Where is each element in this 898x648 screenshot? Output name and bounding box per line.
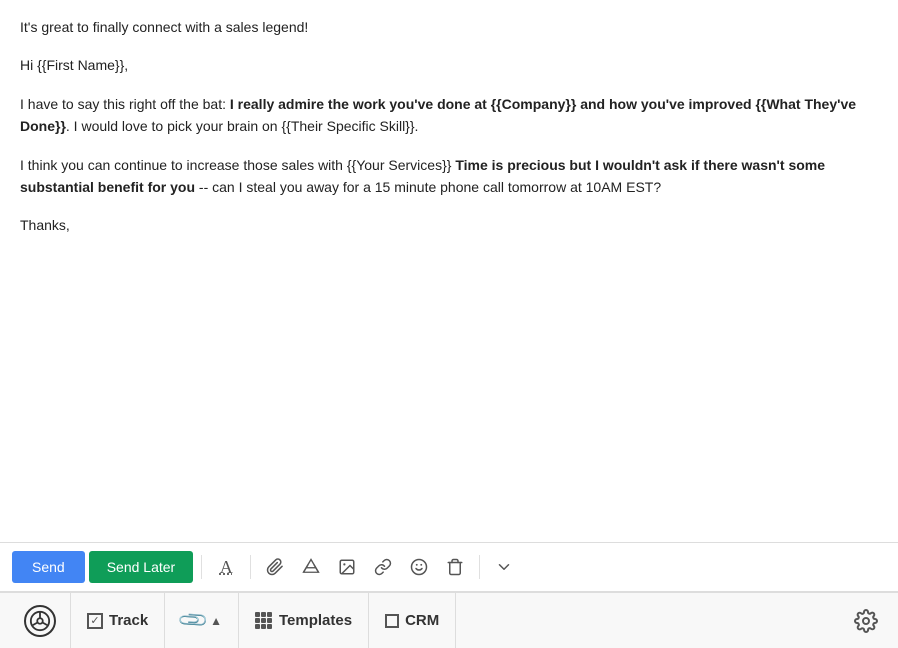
email-opening-line: It's great to finally connect with a sal… [20,16,878,38]
email-paragraph-1: I have to say this right off the bat: I … [20,93,878,138]
insert-link-button[interactable] [367,551,399,583]
email-body: It's great to finally connect with a sal… [0,0,898,543]
emoji-icon [410,558,428,576]
paragraph2-post: -- can I steal you away for a 15 minute … [195,179,661,195]
yesware-logo-button[interactable] [10,593,71,648]
paragraph2-pre: I think you can continue to increase tho… [20,157,455,173]
send-later-button[interactable]: Send Later [89,551,194,583]
format-a-icon: A [220,557,233,578]
templates-button[interactable]: Templates [239,593,369,648]
track-checkbox-icon: ✓ [87,613,103,629]
drive-icon [302,558,320,576]
settings-button[interactable] [844,609,888,633]
toolbar-divider-2 [250,555,251,579]
paperclip-icon [266,558,284,576]
templates-grid-icon [255,612,273,630]
link-icon [374,558,392,576]
paragraph1-post: . I would love to pick your brain on {{T… [66,118,419,134]
attach-file-button[interactable] [259,551,291,583]
trash-icon [446,558,464,576]
toolbar-divider-3 [479,555,480,579]
crm-checkbox-icon [385,614,399,628]
insert-image-button[interactable] [331,551,363,583]
crm-label: CRM [405,612,439,629]
emoji-button[interactable] [403,551,435,583]
track-button[interactable]: ✓ Track [71,593,165,648]
bottom-toolbar: ✓ Track 📎 ▲ Templates CRM [0,592,898,648]
paragraph1-pre: I have to say this right off the bat: [20,96,230,112]
email-sign-off: Thanks, [20,214,878,236]
toolbar-divider-1 [201,555,202,579]
email-greeting: Hi {{First Name}}, [20,54,878,76]
upload-arrow-icon: ▲ [210,614,222,628]
email-paragraph-2: I think you can continue to increase tho… [20,154,878,199]
steering-wheel-icon [24,605,56,637]
crm-button[interactable]: CRM [369,593,456,648]
more-options-button[interactable] [488,551,520,583]
chevron-down-icon [495,558,513,576]
image-icon [338,558,356,576]
track-label: Track [109,612,148,629]
google-drive-button[interactable] [295,551,327,583]
attach-button[interactable]: 📎 ▲ [165,593,239,648]
delete-button[interactable] [439,551,471,583]
paperclip-icon: 📎 [176,603,211,638]
gear-icon [854,609,878,633]
format-text-button[interactable]: A [210,551,242,583]
compose-toolbar: Send Send Later A [0,543,898,592]
templates-label: Templates [279,612,352,629]
send-button[interactable]: Send [12,551,85,583]
